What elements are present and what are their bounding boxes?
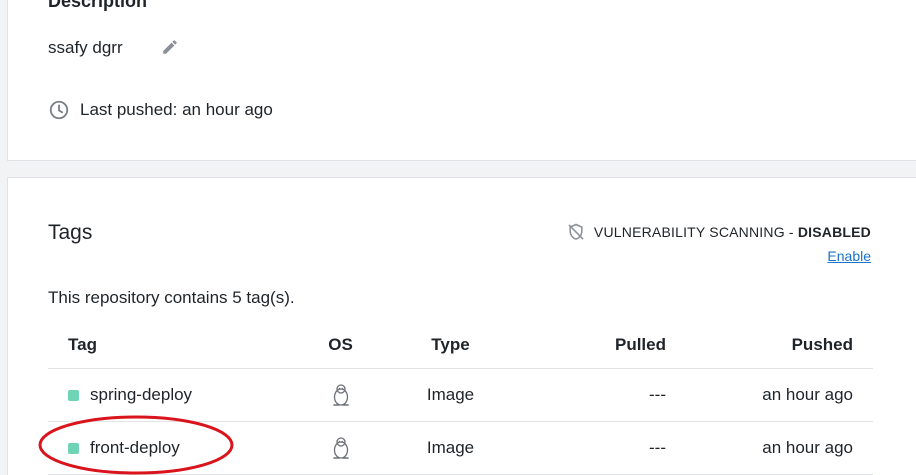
last-pushed-text: Last pushed: an hour ago (80, 100, 273, 119)
clock-icon (48, 99, 70, 121)
pulled-cell: --- (649, 438, 666, 457)
column-header-pulled[interactable]: Pulled (528, 321, 666, 368)
pushed-cell: an hour ago (762, 438, 853, 457)
tags-card: Tags VULNERABILITY SCANNING - DISABLED E… (7, 177, 916, 475)
scan-status: DISABLED (797, 224, 871, 240)
column-header-type: Type (431, 334, 470, 354)
table-row: spring-deploy Image --- an hour ago (48, 369, 873, 422)
repo-tag-count: This repository contains 5 tag(s). (48, 288, 295, 307)
table-header-row: Tag OS Type Pulled Pushed (48, 321, 873, 369)
os-cell (318, 369, 363, 421)
tags-table: Tag OS Type Pulled Pushed spring-deploy … (48, 321, 873, 475)
os-cell (318, 422, 363, 474)
shield-off-icon (566, 222, 586, 242)
column-header-os: OS (328, 334, 353, 354)
tag-name-link[interactable]: front-deploy (90, 438, 180, 458)
linux-icon (330, 436, 352, 460)
description-text: ssafy dgrr (48, 38, 123, 57)
pencil-icon[interactable] (161, 38, 179, 56)
enable-scanning-link[interactable]: Enable (827, 248, 871, 264)
scan-status-line: VULNERABILITY SCANNING - DISABLED (566, 222, 871, 242)
type-cell: Image (426, 438, 475, 457)
status-dot (68, 389, 79, 401)
scan-label: VULNERABILITY SCANNING - (593, 224, 798, 240)
table-row: front-deploy Image --- an hour ago (48, 422, 873, 475)
status-dot (68, 442, 79, 454)
tag-cell: front-deploy (68, 422, 180, 474)
tag-cell: spring-deploy (68, 369, 192, 421)
linux-icon (330, 383, 352, 407)
type-cell: Image (426, 385, 475, 404)
description-heading: Description (48, 0, 148, 11)
tags-heading: Tags (48, 221, 93, 244)
column-header-pushed[interactable]: Pushed (688, 321, 853, 368)
pulled-cell: --- (649, 385, 666, 404)
column-header-tag[interactable]: Tag (68, 321, 97, 368)
tag-name-link[interactable]: spring-deploy (90, 385, 192, 405)
last-pushed: Last pushed: an hour ago (48, 99, 273, 121)
pushed-cell: an hour ago (762, 385, 853, 404)
vulnerability-scanning: VULNERABILITY SCANNING - DISABLED Enable (566, 222, 871, 266)
description-card: Description ssafy dgrr Last pushed: an h… (7, 0, 916, 161)
